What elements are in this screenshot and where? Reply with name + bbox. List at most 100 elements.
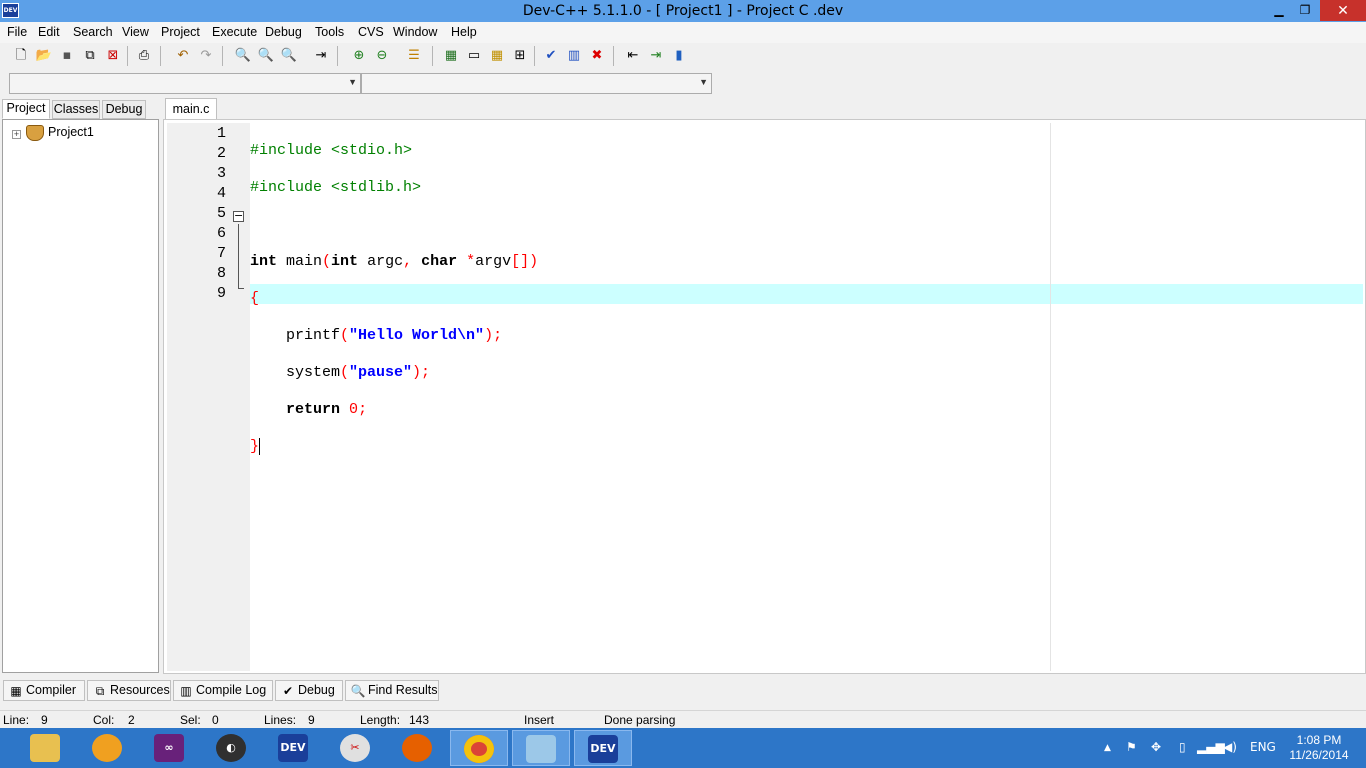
- taskbar-app-2[interactable]: [78, 730, 136, 766]
- language-indicator[interactable]: ENG: [1250, 740, 1276, 754]
- compile-log-icon: ▥: [180, 684, 192, 698]
- volume-icon[interactable]: ◀): [1223, 740, 1237, 754]
- line-number: 9: [216, 285, 226, 302]
- tab-resources[interactable]: ⧉ Resources: [87, 680, 171, 701]
- flag-icon[interactable]: ⚑: [1126, 740, 1137, 754]
- signal-icon[interactable]: ▂▄▆: [1197, 740, 1225, 754]
- code-line: int main(int argc, char *argv[]): [250, 253, 539, 270]
- taskbar-firefox[interactable]: [388, 730, 446, 766]
- code-line: {: [250, 290, 260, 307]
- maximize-button[interactable]: ❐: [1292, 0, 1318, 21]
- replace-icon[interactable]: 🔍: [256, 46, 276, 66]
- taskbar-app-9[interactable]: [512, 730, 570, 766]
- menu-help[interactable]: Help: [451, 25, 477, 39]
- taskbar-devcpp[interactable]: DEV: [264, 730, 322, 766]
- taskbar-chrome[interactable]: [450, 730, 508, 766]
- compile-icon[interactable]: ▦: [441, 46, 461, 66]
- status-col-label: Col:: [93, 713, 115, 727]
- menu-file[interactable]: File: [7, 25, 27, 39]
- chevron-down-icon: ▼: [699, 77, 708, 87]
- tab-debug[interactable]: Debug: [102, 100, 146, 119]
- check-syntax-icon[interactable]: ✔: [541, 46, 561, 66]
- battery-icon[interactable]: ▯: [1179, 740, 1186, 754]
- menu-cvs[interactable]: CVS: [358, 25, 384, 39]
- taskbar-app-4[interactable]: ◐: [202, 730, 260, 766]
- editor-tab-main-c[interactable]: main.c: [165, 98, 217, 120]
- minimize-button[interactable]: ▁: [1266, 0, 1292, 21]
- code-line: system("pause");: [250, 364, 431, 381]
- close-button[interactable]: ✕: [1320, 0, 1366, 21]
- profile-icon[interactable]: ▥: [564, 46, 584, 66]
- taskbar-app-6[interactable]: ✂: [326, 730, 384, 766]
- text-caret: [259, 437, 261, 455]
- menu-execute[interactable]: Execute: [212, 25, 257, 39]
- status-mode: Insert: [524, 713, 555, 727]
- undo-icon[interactable]: ↶: [173, 46, 193, 66]
- status-bar: Line: 9 Col: 2 Sel: 0 Lines: 9 Length: 1…: [0, 710, 1366, 728]
- network-icon[interactable]: ✥: [1151, 740, 1161, 754]
- tab-find-results[interactable]: 🔍 Find Results: [345, 680, 439, 701]
- run-icon[interactable]: ⊞: [510, 46, 530, 66]
- class-select[interactable]: ▼: [9, 73, 361, 94]
- menu-bar: File Edit Search View Project Execute De…: [0, 22, 1366, 43]
- find-next-icon[interactable]: 🔍: [279, 46, 299, 66]
- taskbar-visual-studio[interactable]: ∞: [140, 730, 198, 766]
- menu-view[interactable]: View: [122, 25, 149, 39]
- devcpp-icon: DEV: [278, 734, 308, 762]
- toggle-bookmark-icon[interactable]: ☰: [404, 46, 424, 66]
- line-number: 2: [216, 145, 226, 162]
- chevron-down-icon: ▼: [348, 77, 357, 87]
- tray-expand-icon[interactable]: ▲: [1104, 743, 1111, 753]
- fold-collapse-icon[interactable]: −: [233, 210, 244, 222]
- menu-tools[interactable]: Tools: [315, 25, 344, 39]
- clock[interactable]: 1:08 PM 11/26/2014: [1286, 733, 1352, 763]
- chrome-icon: [464, 735, 494, 763]
- find-results-icon: 🔍: [350, 684, 366, 698]
- tab-compile-log[interactable]: ▥ Compile Log: [173, 680, 273, 701]
- code-line: printf("Hello World\n");: [250, 327, 503, 344]
- save-all-icon[interactable]: ⧉: [80, 46, 100, 66]
- menu-window[interactable]: Window: [393, 25, 437, 39]
- tab-classes[interactable]: Classes: [52, 100, 100, 119]
- bottom-panel-tabs: ▦ Compiler ⧉ Resources ▥ Compile Log ✔ Debug…: [0, 680, 1366, 702]
- remove-icon[interactable]: ⊖: [372, 46, 392, 66]
- code-editor[interactable]: 1 2 3 4 5 6 7 8 9 − #include <stdio.h> #…: [163, 119, 1366, 674]
- expand-icon[interactable]: +: [12, 130, 21, 139]
- status-length-value: 143: [409, 713, 430, 727]
- menu-debug[interactable]: Debug: [265, 25, 302, 39]
- taskbar-devcpp-active[interactable]: DEV: [574, 730, 632, 766]
- class-browser-bar: ▼ ▼: [0, 69, 1366, 99]
- member-select[interactable]: ▼: [361, 73, 712, 94]
- code-line: #include <stdlib.h>: [250, 179, 422, 196]
- add-to-project-icon[interactable]: ⇥: [646, 46, 666, 66]
- code-text[interactable]: #include <stdio.h> #include <stdlib.h> i…: [250, 124, 538, 491]
- stop-icon[interactable]: ✖: [587, 46, 607, 66]
- taskbar-file-explorer[interactable]: [16, 730, 74, 766]
- open-file-icon[interactable]: 📂: [34, 46, 54, 66]
- status-sel-label: Sel:: [180, 713, 201, 727]
- close-file-icon[interactable]: ⊠: [103, 46, 123, 66]
- menu-search[interactable]: Search: [73, 25, 113, 39]
- save-icon[interactable]: ▪: [57, 46, 77, 66]
- tree-item-project1[interactable]: Project1: [48, 125, 94, 139]
- compile-run-icon[interactable]: ▭: [464, 46, 484, 66]
- tab-project[interactable]: Project: [2, 99, 50, 119]
- insert-icon[interactable]: ⊕: [349, 46, 369, 66]
- redo-icon[interactable]: ↷: [196, 46, 216, 66]
- new-file-icon[interactable]: 🗋: [11, 46, 31, 66]
- visual-studio-icon: ∞: [154, 734, 184, 762]
- find-icon[interactable]: 🔍: [233, 46, 253, 66]
- status-length-label: Length:: [360, 713, 401, 727]
- print-icon[interactable]: ⎙: [134, 46, 154, 66]
- tab-compiler[interactable]: ▦ Compiler: [3, 680, 85, 701]
- new-project-icon[interactable]: ⇤: [623, 46, 643, 66]
- rebuild-icon[interactable]: ▦: [487, 46, 507, 66]
- goto-line-icon[interactable]: ⇥: [311, 46, 331, 66]
- project-options-icon[interactable]: ▮: [669, 46, 689, 66]
- window-title: Dev-C++ 5.1.1.0 - [ Project1 ] - Project…: [522, 3, 844, 19]
- menu-project[interactable]: Project: [161, 25, 200, 39]
- status-lines-value: 9: [308, 713, 315, 727]
- right-margin-line: [1050, 123, 1051, 671]
- tab-debug-output[interactable]: ✔ Debug: [275, 680, 343, 701]
- menu-edit[interactable]: Edit: [38, 25, 60, 39]
